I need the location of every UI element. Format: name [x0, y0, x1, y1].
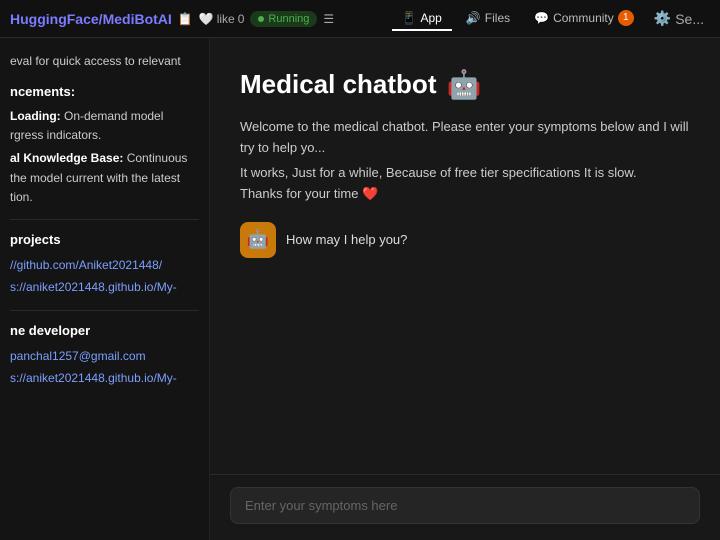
chat-input-wrapper — [230, 487, 700, 524]
bot-face-icon: 🤖 — [247, 229, 269, 250]
running-dot — [258, 16, 264, 22]
brand-prefix: HuggingFace/ — [10, 11, 103, 27]
tab-app[interactable]: 📱 App — [392, 7, 452, 31]
dev-email-link[interactable]: panchal1257@gmail.com — [10, 346, 199, 368]
files-icon: 🔊 — [466, 11, 481, 25]
dev-portfolio-link[interactable]: s://aniket2021448.github.io/My- — [10, 368, 199, 390]
bot-message: 🤖 How may I help you? — [240, 222, 690, 258]
sidebar-enhancements-title: ncements: — [10, 84, 199, 99]
bot-avatar: 🤖 — [240, 222, 276, 258]
project-link-1[interactable]: //github.com/Aniket2021448/ — [10, 255, 199, 277]
knowledge-label: al Knowledge Base: — [10, 151, 123, 165]
topbar-nav: 📱 App 🔊 Files 💬 Community 1 ⚙️ Se... — [392, 6, 710, 32]
thanks-emoji: ❤️ — [362, 186, 378, 201]
sidebar-developer-title: ne developer — [10, 323, 199, 338]
loading-label: Loading: — [10, 109, 61, 123]
symptom-input[interactable] — [245, 498, 685, 513]
topbar: HuggingFace/MediBotAI 📋 🤍 like 0 Running… — [0, 0, 720, 38]
chat-info: It works, Just for a while, Because of f… — [240, 165, 690, 180]
chat-title: Medical chatbot 🤖 — [240, 68, 690, 101]
sidebar: eval for quick access to relevant ncemen… — [0, 38, 210, 540]
tab-files-label: Files — [485, 11, 510, 25]
app-icon: 📱 — [402, 11, 417, 25]
chat-title-text: Medical chatbot — [240, 69, 436, 100]
main-layout: eval for quick access to relevant ncemen… — [0, 38, 720, 540]
brand-product: MediBotAI — [103, 11, 172, 27]
sidebar-intro: eval for quick access to relevant — [10, 52, 199, 70]
sidebar-divider-1 — [10, 219, 199, 220]
tab-community-label: Community — [553, 11, 614, 25]
community-icon: 💬 — [534, 11, 549, 25]
settings-button[interactable]: ⚙️ Se... — [648, 10, 710, 27]
chat-messages: Medical chatbot 🤖 Welcome to the medical… — [210, 38, 720, 474]
sidebar-item-loading: Loading: On-demand model rgress indicato… — [10, 107, 199, 145]
sidebar-item-knowledge: al Knowledge Base: Continuous the model … — [10, 149, 199, 207]
chat-input-area — [210, 474, 720, 540]
chat-welcome: Welcome to the medical chatbot. Please e… — [240, 117, 690, 159]
thanks-text: Thanks for your time — [240, 186, 359, 201]
chat-thanks: Thanks for your time ❤️ — [240, 186, 690, 202]
menu-button[interactable]: ☰ — [323, 12, 334, 26]
bot-bubble-text: How may I help you? — [286, 232, 407, 247]
like-button[interactable]: 🤍 like 0 — [199, 12, 245, 26]
settings-icon: ⚙️ — [654, 10, 671, 27]
tab-app-label: App — [420, 11, 441, 25]
brand-name: HuggingFace/MediBotAI — [10, 11, 172, 27]
sidebar-projects-title: projects — [10, 232, 199, 247]
sidebar-divider-2 — [10, 310, 199, 311]
project-link-2[interactable]: s://aniket2021448.github.io/My- — [10, 277, 199, 299]
tab-files[interactable]: 🔊 Files — [456, 7, 520, 31]
topbar-left: HuggingFace/MediBotAI 📋 🤍 like 0 Running… — [10, 11, 334, 27]
like-label: like — [217, 12, 235, 26]
bot-bubble: How may I help you? — [286, 222, 407, 258]
running-badge: Running — [250, 11, 317, 27]
copy-button[interactable]: 📋 — [178, 12, 193, 26]
community-count: 1 — [618, 10, 634, 26]
tab-community[interactable]: 💬 Community 1 — [524, 6, 644, 32]
chat-area: Medical chatbot 🤖 Welcome to the medical… — [210, 38, 720, 540]
settings-label: Se... — [675, 11, 704, 27]
like-count: 0 — [238, 12, 245, 26]
robot-emoji: 🤖 — [446, 68, 481, 101]
running-label: Running — [268, 13, 309, 25]
